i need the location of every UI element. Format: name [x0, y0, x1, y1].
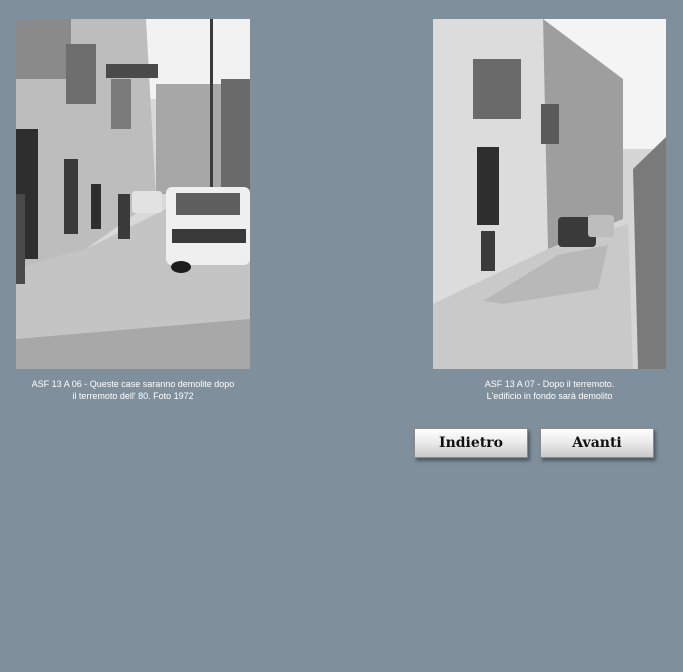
next-button[interactable]: Avanti [540, 428, 654, 458]
caption-right: ASF 13 A 07 - Dopo il terremoto. L'edifi… [433, 378, 666, 402]
caption-left-line2: il terremoto dell' 80. Foto 1972 [72, 391, 194, 401]
caption-right-line1: ASF 13 A 07 - Dopo il terremoto. [484, 379, 615, 389]
photo-street-after-earthquake [433, 19, 666, 369]
photo-street-1972 [16, 19, 250, 369]
caption-right-line2: L'edificio in fondo sarà demolito [486, 391, 613, 401]
back-button[interactable]: Indietro [414, 428, 528, 458]
caption-left-line1: ASF 13 A 06 - Queste case saranno demoli… [31, 379, 235, 389]
caption-left: ASF 13 A 06 - Queste case saranno demoli… [14, 378, 252, 402]
